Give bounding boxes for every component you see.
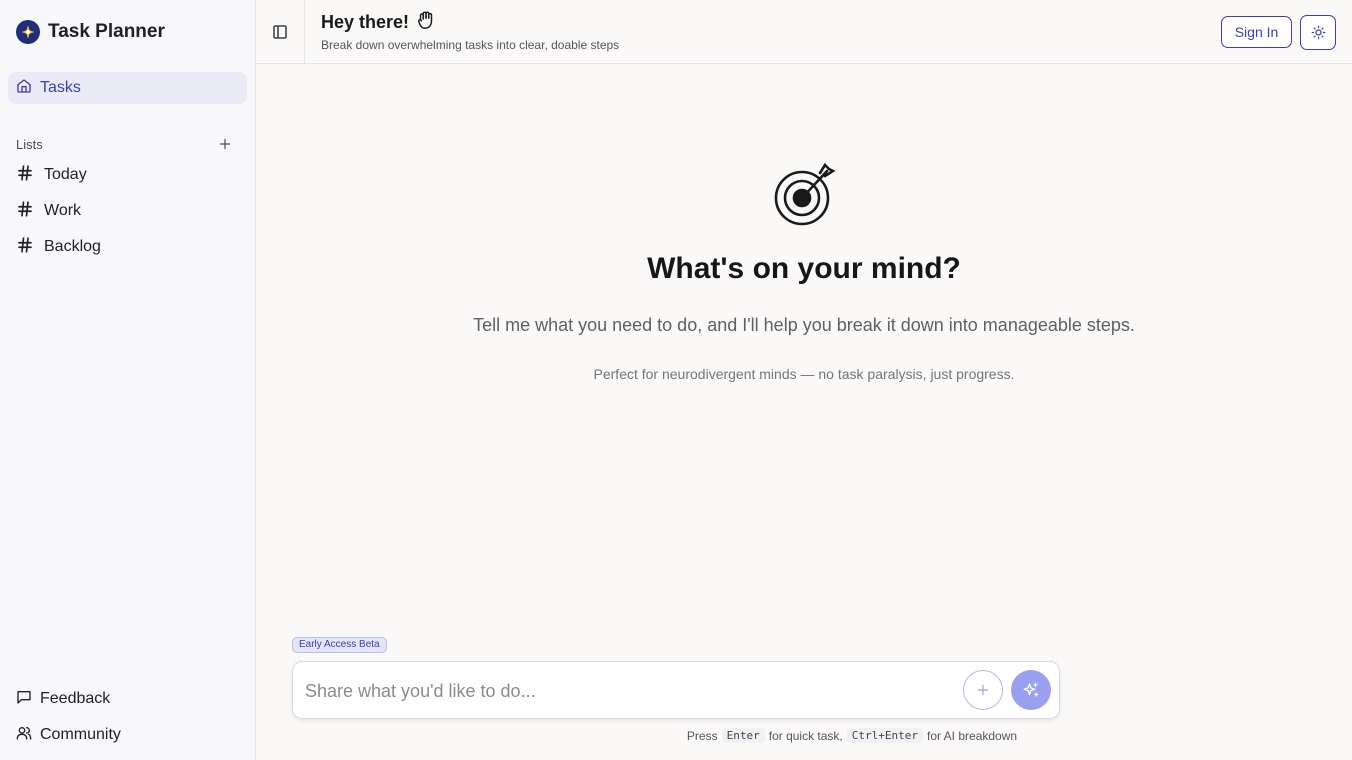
hint-press: Press bbox=[686, 728, 718, 743]
sidebar-item-backlog[interactable]: Backlog bbox=[16, 233, 236, 261]
sparkles-icon bbox=[1023, 682, 1039, 697]
brand[interactable]: Task Planner bbox=[16, 19, 165, 45]
greeting-text: Hey there! bbox=[321, 12, 410, 32]
hero-subtitle: Tell me what you need to do, and I'll he… bbox=[473, 315, 1135, 335]
beta-badge: Early Access Beta bbox=[292, 637, 387, 653]
ai-breakdown-button[interactable] bbox=[1011, 670, 1051, 710]
home-icon bbox=[16, 78, 32, 99]
sidebar-item-label: Today bbox=[44, 166, 87, 183]
sidebar-item-today[interactable]: Today bbox=[16, 161, 236, 189]
hint-mid: for quick task, bbox=[768, 728, 843, 743]
header-subtitle: Break down overwhelming tasks into clear… bbox=[321, 38, 620, 52]
keyboard-hint: Press Enter for quick task, Ctrl+Enter f… bbox=[0, 728, 1352, 743]
hash-icon bbox=[16, 200, 34, 223]
lists-section-header: Lists bbox=[16, 134, 232, 154]
sidebar: Task Planner Tasks Lists Today Work Back… bbox=[0, 0, 256, 760]
hero-note: Perfect for neurodivergent minds — no ta… bbox=[593, 366, 1015, 382]
greeting: Hey there! bbox=[321, 9, 437, 36]
hash-icon bbox=[16, 236, 34, 259]
task-input[interactable] bbox=[305, 676, 945, 706]
message-square-icon bbox=[16, 689, 32, 710]
sidebar-item-tasks[interactable]: Tasks bbox=[8, 72, 247, 104]
sidebar-item-work[interactable]: Work bbox=[16, 197, 236, 225]
task-composer bbox=[292, 661, 1060, 719]
raised-fist-icon bbox=[415, 9, 437, 36]
plus-icon bbox=[219, 138, 231, 150]
ctrl-enter-key: Ctrl+Enter bbox=[846, 728, 923, 743]
hash-icon bbox=[16, 164, 34, 187]
sign-in-button[interactable]: Sign In bbox=[1221, 16, 1292, 48]
app-title: Task Planner bbox=[48, 21, 165, 42]
top-header: Hey there! Break down overwhelming tasks… bbox=[256, 0, 1352, 64]
target-dart-icon bbox=[773, 161, 836, 227]
plus-icon bbox=[977, 684, 989, 696]
sidebar-toggle-button[interactable] bbox=[256, 0, 305, 64]
star-logo-icon bbox=[16, 20, 40, 44]
sidebar-item-label: Backlog bbox=[44, 238, 101, 255]
theme-toggle-button[interactable] bbox=[1300, 15, 1336, 50]
enter-key: Enter bbox=[721, 728, 765, 743]
hint-end: for AI breakdown bbox=[927, 728, 1018, 743]
add-task-button[interactable] bbox=[963, 670, 1003, 710]
hero-title: What's on your mind? bbox=[647, 252, 961, 285]
sidebar-item-label: Tasks bbox=[40, 79, 81, 96]
sidebar-item-label: Feedback bbox=[40, 690, 111, 707]
sidebar-item-label: Work bbox=[44, 202, 82, 219]
sun-icon bbox=[1311, 25, 1325, 40]
lists-heading: Lists bbox=[16, 136, 43, 152]
add-list-button[interactable] bbox=[218, 137, 232, 151]
panel-left-icon bbox=[273, 25, 287, 39]
sidebar-item-feedback[interactable]: Feedback bbox=[16, 686, 236, 712]
